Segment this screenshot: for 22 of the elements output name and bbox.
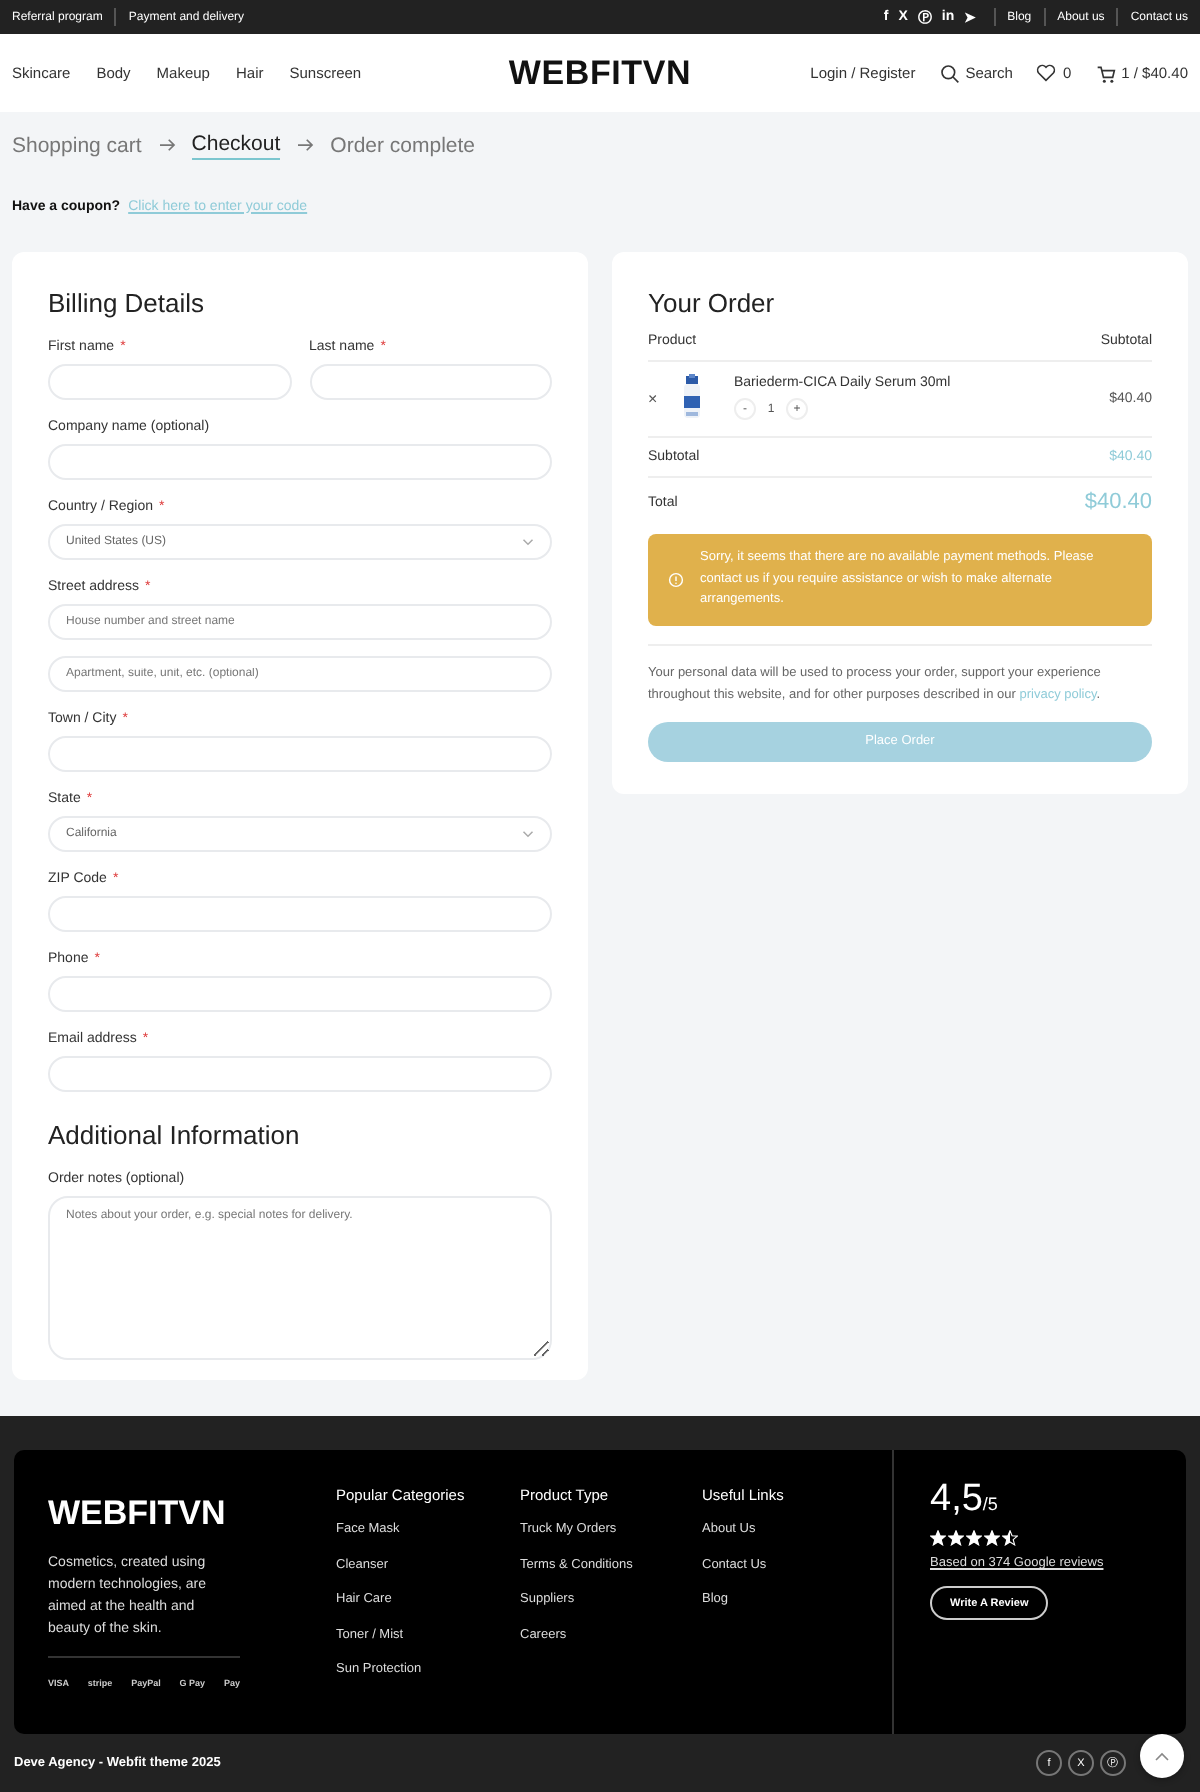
info-icon [668,571,684,588]
cart-icon [1095,63,1116,83]
search-icon [939,63,960,83]
breadcrumb-step[interactable]: Order complete [330,133,476,157]
site-logo[interactable]: WEBFITVN [508,53,692,93]
total-value: $40.40 [1084,490,1152,514]
chevron-up-icon [1154,1751,1170,1761]
rating-score: 4,5 [930,1478,983,1520]
breadcrumb-step[interactable]: Checkout [191,131,281,159]
footer-logo[interactable]: WEBFITVN [48,1494,240,1534]
chevron-down-icon [522,830,534,838]
remove-button[interactable]: × [648,389,676,407]
arrow-right-icon [296,138,315,152]
section-title: Your Order [648,288,777,320]
rating-scale: /5 [982,1494,998,1514]
arrow-right-icon [157,138,176,152]
chevron-down-icon [522,538,534,546]
section-title: Billing Details [48,288,207,320]
scroll-top-button[interactable] [1140,1734,1184,1778]
breadcrumb-step[interactable]: Shopping cart [12,133,142,157]
section-title: Additional Information [48,1120,302,1152]
heart-icon [1036,64,1057,82]
